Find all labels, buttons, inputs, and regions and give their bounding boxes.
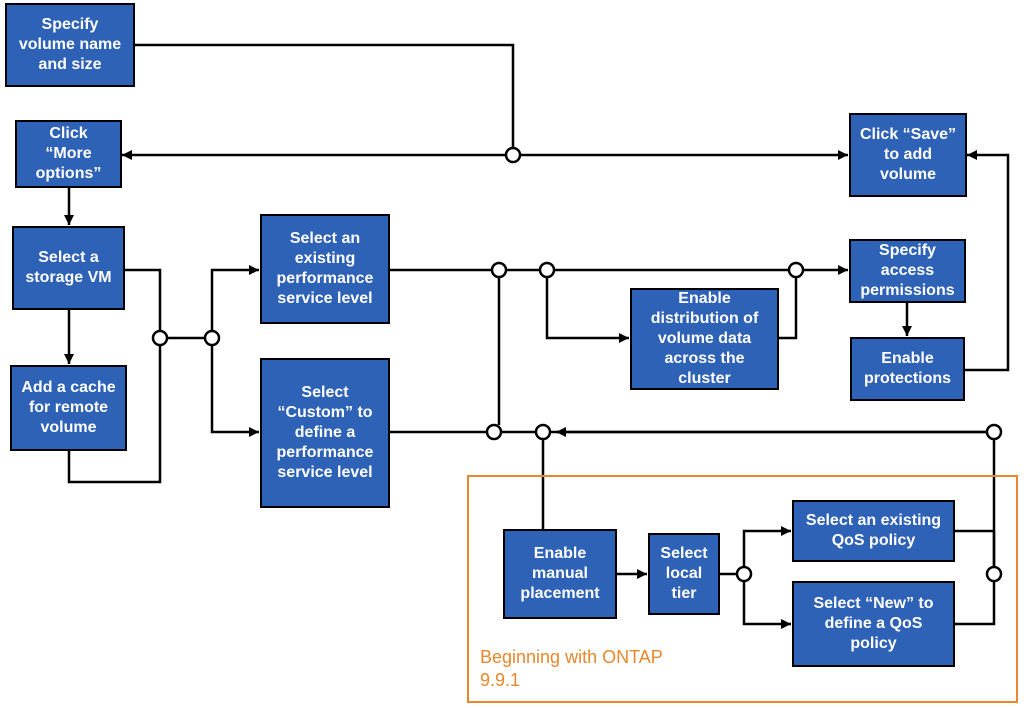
node-save-volume: Click “Save” to add volume [849, 113, 967, 197]
frame-label-text: Beginning with ONTAP 9.9.1 [480, 647, 662, 690]
node-enable-distribution: Enable distribution of volume data acros… [630, 288, 779, 390]
node-label: Click “More options” [25, 124, 112, 184]
node-select-custom-psl: Select “Custom” to define a performance … [260, 358, 390, 508]
node-label: Enable distribution of volume data acros… [640, 289, 769, 389]
node-label: Select a storage VM [22, 248, 115, 288]
node-enable-protections: Enable protections [850, 337, 965, 401]
ontap-version-label: Beginning with ONTAP 9.9.1 [480, 646, 680, 693]
node-label: Click “Save” to add volume [859, 125, 957, 185]
node-label: Enable protections [860, 349, 955, 389]
node-specify-volume: Specify volume name and size [5, 3, 135, 87]
node-add-cache: Add a cache for remote volume [10, 365, 127, 451]
node-label: Specify volume name and size [15, 15, 125, 75]
node-select-svm: Select a storage VM [12, 226, 125, 310]
node-label: Add a cache for remote volume [20, 378, 117, 438]
node-label: Select an existing performance service l… [270, 229, 380, 309]
node-specify-permissions: Specify access permissions [849, 239, 966, 303]
node-more-options: Click “More options” [15, 120, 122, 188]
node-label: Specify access permissions [859, 241, 956, 301]
node-label: Select “Custom” to define a performance … [270, 383, 380, 483]
node-select-existing-psl: Select an existing performance service l… [260, 214, 390, 324]
